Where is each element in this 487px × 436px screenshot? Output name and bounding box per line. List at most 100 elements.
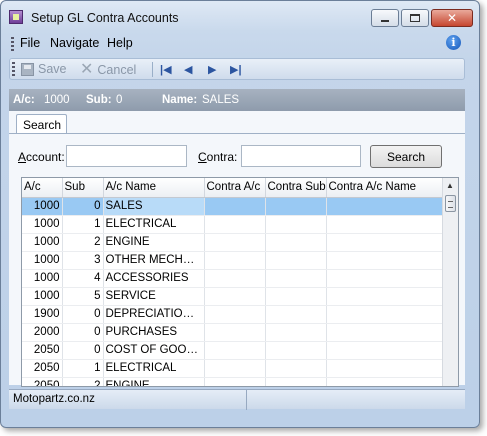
first-record-icon[interactable]: |◀ xyxy=(160,63,172,76)
cell-ac[interactable]: 2000 xyxy=(22,323,63,342)
cell-ac-name[interactable]: ENGINE xyxy=(103,377,205,386)
last-record-icon[interactable]: ▶| xyxy=(230,63,242,76)
cell-contra-ac-name[interactable] xyxy=(326,233,443,252)
cell-ac-name[interactable]: DEPRECIATION R... xyxy=(103,305,205,324)
cell-ac[interactable]: 1000 xyxy=(22,215,63,234)
cell-sub[interactable]: 0 xyxy=(62,305,104,324)
col-header-contra-ac-name[interactable]: Contra A/c Name xyxy=(326,178,443,198)
cell-sub[interactable]: 3 xyxy=(62,251,104,270)
tab-search[interactable]: Search xyxy=(16,114,67,134)
cell-ac-name[interactable]: ACCESSORIES xyxy=(103,269,205,288)
table-row[interactable]: 1000 5 SERVICE xyxy=(22,287,443,306)
cell-sub[interactable]: 1 xyxy=(62,359,104,378)
cell-ac-name[interactable]: ENGINE xyxy=(103,233,205,252)
col-header-contra-ac[interactable]: Contra A/c xyxy=(204,178,266,198)
minimize-button[interactable] xyxy=(371,9,399,27)
cell-ac[interactable]: 2050 xyxy=(22,359,63,378)
menu-navigate[interactable]: Navigate xyxy=(50,36,99,50)
cell-sub[interactable]: 5 xyxy=(62,287,104,306)
cell-sub[interactable]: 0 xyxy=(62,323,104,342)
vertical-scrollbar[interactable]: ▲ xyxy=(442,178,458,386)
cell-ac-name[interactable]: ELECTRICAL xyxy=(103,359,205,378)
cell-ac[interactable]: 1000 xyxy=(22,233,63,252)
cell-contra-ac-name[interactable] xyxy=(326,305,443,324)
cell-sub[interactable]: 2 xyxy=(62,233,104,252)
col-header-contra-sub[interactable]: Contra Sub xyxy=(265,178,327,198)
cell-contra-sub[interactable] xyxy=(265,251,327,270)
cell-ac[interactable]: 1900 xyxy=(22,305,63,324)
contra-input[interactable] xyxy=(241,145,361,167)
cell-sub[interactable]: 0 xyxy=(62,197,104,216)
cell-contra-ac[interactable] xyxy=(204,305,266,324)
info-icon[interactable]: i xyxy=(446,35,461,50)
table-row[interactable]: 1000 4 ACCESSORIES xyxy=(22,269,443,288)
close-button[interactable]: ✕ xyxy=(431,9,473,27)
cell-contra-ac-name[interactable] xyxy=(326,323,443,342)
col-header-sub[interactable]: Sub xyxy=(62,178,104,198)
table-row[interactable]: 2000 0 PURCHASES xyxy=(22,323,443,342)
search-button[interactable]: Search xyxy=(370,145,442,168)
cell-contra-ac-name[interactable] xyxy=(326,377,443,386)
cell-ac-name[interactable]: PURCHASES xyxy=(103,323,205,342)
cell-ac[interactable]: 2050 xyxy=(22,341,63,360)
cell-contra-sub[interactable] xyxy=(265,377,327,386)
cell-contra-ac[interactable] xyxy=(204,215,266,234)
account-input[interactable] xyxy=(66,145,187,167)
scroll-up-icon[interactable]: ▲ xyxy=(446,181,454,190)
cell-contra-ac-name[interactable] xyxy=(326,359,443,378)
cell-ac[interactable]: 1000 xyxy=(22,197,63,216)
cell-ac-name[interactable]: COST OF GOODS ... xyxy=(103,341,205,360)
cell-ac[interactable]: 1000 xyxy=(22,251,63,270)
next-record-icon[interactable]: ▶ xyxy=(208,63,216,76)
table-row[interactable]: 2050 1 ELECTRICAL xyxy=(22,359,443,378)
cancel-button[interactable]: ✕ Cancel xyxy=(80,62,136,78)
table-row[interactable]: 1000 3 OTHER MECHANI... xyxy=(22,251,443,270)
cell-contra-ac-name[interactable] xyxy=(326,197,443,216)
cell-contra-sub[interactable] xyxy=(265,197,327,216)
cell-sub[interactable]: 2 xyxy=(62,377,104,386)
cell-contra-ac-name[interactable] xyxy=(326,341,443,360)
cell-sub[interactable]: 4 xyxy=(62,269,104,288)
title-bar[interactable]: Setup GL Contra Accounts ✕ xyxy=(1,1,479,31)
cell-contra-ac[interactable] xyxy=(204,233,266,252)
menu-file[interactable]: File xyxy=(20,36,40,50)
cell-contra-sub[interactable] xyxy=(265,269,327,288)
table-row[interactable]: 2050 2 ENGINE xyxy=(22,377,443,386)
cell-contra-sub[interactable] xyxy=(265,305,327,324)
col-header-ac-name[interactable]: A/c Name xyxy=(103,178,205,198)
cell-contra-ac-name[interactable] xyxy=(326,269,443,288)
cell-contra-sub[interactable] xyxy=(265,341,327,360)
cell-contra-ac-name[interactable] xyxy=(326,251,443,270)
cell-contra-ac[interactable] xyxy=(204,377,266,386)
previous-record-icon[interactable]: ◀ xyxy=(184,63,192,76)
cell-contra-ac-name[interactable] xyxy=(326,287,443,306)
cell-contra-ac[interactable] xyxy=(204,341,266,360)
save-button[interactable]: Save xyxy=(21,62,67,76)
table-row[interactable]: 1000 2 ENGINE xyxy=(22,233,443,252)
cell-ac[interactable]: 1000 xyxy=(22,287,63,306)
cell-ac-name[interactable]: ELECTRICAL xyxy=(103,215,205,234)
cell-ac-name[interactable]: SERVICE xyxy=(103,287,205,306)
table-row[interactable]: 20500COST OF GOODS ... xyxy=(22,341,443,360)
menu-help[interactable]: Help xyxy=(107,36,133,50)
table-row[interactable]: 1900 0 DEPRECIATION R... xyxy=(22,305,443,324)
cell-sub[interactable]: 0 xyxy=(62,341,104,360)
cell-ac[interactable]: 2050 xyxy=(22,377,63,386)
cell-contra-sub[interactable] xyxy=(265,287,327,306)
cell-ac[interactable]: 1000 xyxy=(22,269,63,288)
cell-contra-ac[interactable] xyxy=(204,359,266,378)
cell-contra-ac[interactable] xyxy=(204,269,266,288)
cell-contra-sub[interactable] xyxy=(265,215,327,234)
maximize-button[interactable] xyxy=(401,9,429,27)
cell-contra-sub[interactable] xyxy=(265,323,327,342)
col-header-ac[interactable]: A/c xyxy=(22,178,63,198)
cell-contra-sub[interactable] xyxy=(265,233,327,252)
cell-contra-sub[interactable] xyxy=(265,359,327,378)
table-row[interactable]: 1000 1 ELECTRICAL xyxy=(22,215,443,234)
cell-contra-ac[interactable] xyxy=(204,197,266,216)
cell-sub[interactable]: 1 xyxy=(62,215,104,234)
scroll-thumb[interactable] xyxy=(445,195,456,212)
table-row[interactable]: 1000 0 SALES xyxy=(22,197,443,216)
cell-ac-name[interactable]: OTHER MECHANI... xyxy=(103,251,205,270)
cell-contra-ac[interactable] xyxy=(204,251,266,270)
